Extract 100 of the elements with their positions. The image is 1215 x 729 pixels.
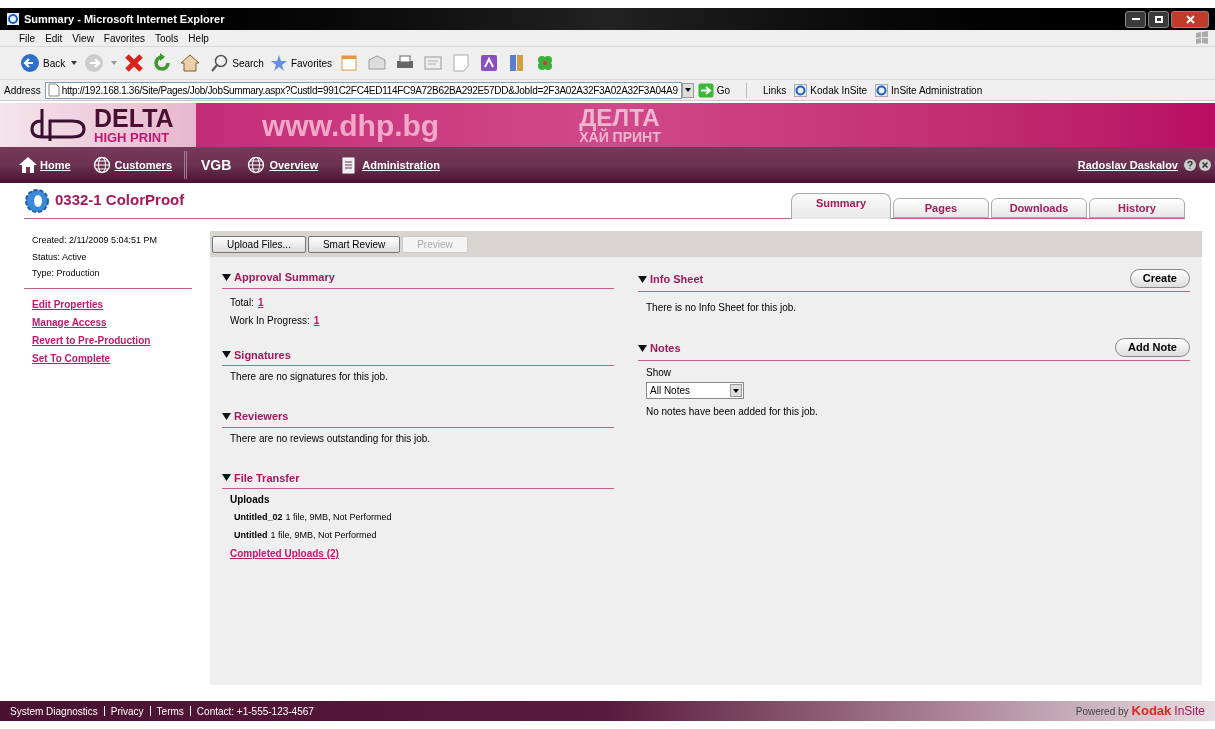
toolbar-button[interactable]: Upload Files... <box>212 235 306 253</box>
menu-item[interactable]: Favorites <box>98 30 150 46</box>
footer-link[interactable]: Terms <box>156 703 184 719</box>
insite-logo-text: InSite <box>1174 703 1205 721</box>
section-button[interactable]: Add Note <box>1115 338 1190 357</box>
cyrillic-logo-subtitle: ХАЙ ПРИНТ <box>579 130 661 144</box>
nav-link[interactable]: Home <box>18 156 71 174</box>
address-field[interactable]: http://192.168.1.36/Site/Pages/Job/JobSummary.aspx?CustId=991C2FC4ED114FC9A72B62BA292E57DD&JobId=2F3A02A32F3A02A32F3A04A9 <box>44 81 682 99</box>
help-icon[interactable] <box>1184 159 1196 171</box>
house-icon[interactable] <box>18 156 38 174</box>
summary-label: Work In Progress: <box>230 313 310 328</box>
nav-link[interactable]: Customers <box>92 156 173 174</box>
dropdown-arrow-icon[interactable] <box>71 61 78 65</box>
caret-icon[interactable] <box>222 272 231 282</box>
section-title[interactable]: File Transfer <box>234 469 300 486</box>
minimize-button[interactable] <box>1125 10 1146 28</box>
footer-link[interactable]: Contact: +1-555-123-4567 <box>196 703 314 719</box>
action-link[interactable]: Manage Access <box>32 314 192 330</box>
tab[interactable]: Downloads <box>991 198 1087 218</box>
logo-text: DELTA <box>94 106 174 131</box>
link-button[interactable]: Kodak InSite <box>794 82 868 98</box>
notes-filter-dropdown[interactable]: All Notes <box>646 382 744 399</box>
menu-item[interactable]: Tools <box>150 30 184 46</box>
section-button[interactable]: Create <box>1129 269 1190 288</box>
cyrillic-logo-text: ДЕЛТА <box>579 106 661 130</box>
uploads-heading: Uploads <box>230 493 271 507</box>
page-icon <box>47 83 60 97</box>
windows-logo-icon <box>1195 31 1209 45</box>
summary-count-link[interactable]: 1 <box>257 294 264 310</box>
upload-details: 1 file, 9MB, Not Performed <box>285 511 392 524</box>
footer-link[interactable]: Privacy <box>110 703 144 719</box>
summary-label: Total: <box>230 295 254 310</box>
go-button[interactable]: Go <box>697 82 730 98</box>
customer-name: VGB <box>201 155 232 175</box>
summary-count-link[interactable]: 1 <box>313 312 320 328</box>
footer-link[interactable]: System Diagnostics <box>10 703 98 719</box>
upload-name: Untitled <box>234 528 268 542</box>
logo-icon <box>28 107 88 143</box>
close-button[interactable] <box>1171 10 1209 28</box>
close-icon[interactable] <box>1199 159 1211 171</box>
caret-icon[interactable] <box>222 473 231 483</box>
menu-item[interactable]: Edit <box>40 30 68 46</box>
job-detail: Created: 2/11/2009 5:04:51 PM <box>32 234 158 247</box>
star-icon <box>269 54 288 72</box>
job-detail: Type: Production <box>32 267 101 280</box>
search-button[interactable]: Search <box>211 54 264 72</box>
caret-icon[interactable] <box>638 274 647 284</box>
tab[interactable]: Pages <box>893 198 989 218</box>
menu-item[interactable]: Help <box>183 30 214 46</box>
home-icon[interactable] <box>179 52 202 74</box>
powered-by-label: Powered by <box>1075 705 1129 720</box>
toolbar-button[interactable]: Smart Review <box>307 235 401 253</box>
gear-icon <box>24 187 50 214</box>
upload-details: 1 file, 9MB, Not Performed <box>270 528 377 542</box>
action-link[interactable]: Revert to Pre-Production <box>32 332 192 348</box>
favorites-button[interactable]: Favorites <box>269 54 333 72</box>
nav-link[interactable]: Overview <box>247 156 319 174</box>
address-label: Address <box>4 83 41 98</box>
reviewers-message: There are no reviews outstanding for this job. <box>229 431 432 446</box>
notes-message: No notes have been added for this job. <box>646 405 819 419</box>
signatures-message: There are no signatures for this job. <box>229 370 389 384</box>
caret-icon[interactable] <box>222 350 231 360</box>
caret-icon[interactable] <box>638 343 647 353</box>
job-detail: Status: Active <box>32 250 88 264</box>
dropdown-arrow-icon <box>684 88 691 92</box>
dropdown-arrow-icon <box>733 388 739 393</box>
upload-name: Untitled_02 <box>234 511 283 524</box>
browser-icon <box>6 12 20 26</box>
section-title[interactable]: Approval Summary <box>234 269 335 286</box>
restore-button[interactable] <box>1148 10 1169 28</box>
user-link[interactable]: Radoslav Daskalov <box>1077 156 1178 174</box>
caret-icon[interactable] <box>222 411 231 421</box>
nav-link[interactable]: Administration <box>340 156 440 174</box>
action-link[interactable]: Edit Properties <box>32 296 192 312</box>
browser-icon <box>794 83 808 97</box>
arrow-right-icon <box>697 82 714 98</box>
links-label: Links <box>763 83 787 98</box>
close-icon <box>1185 14 1195 24</box>
search-icon <box>211 54 230 72</box>
section-title[interactable]: Info Sheet <box>650 270 704 288</box>
tab[interactable]: History <box>1089 198 1185 218</box>
website-url: www.dhp.bg <box>262 107 440 144</box>
tab[interactable]: Summary <box>791 193 891 219</box>
kodak-logo-text: Kodak <box>1131 702 1172 721</box>
stop-icon[interactable] <box>123 52 146 74</box>
menu-item[interactable]: File <box>14 30 41 46</box>
show-label: Show <box>646 366 672 380</box>
action-link[interactable]: Set To Complete <box>32 350 192 366</box>
section-title[interactable]: Notes <box>650 339 681 357</box>
logo-subtitle: HIGH PRINT <box>94 131 171 144</box>
link-button[interactable]: InSite Administration <box>875 82 983 98</box>
info-sheet-message: There is no Info Sheet for this job. <box>645 301 798 315</box>
section-title[interactable]: Reviewers <box>234 408 289 425</box>
menu-item[interactable]: View <box>67 30 99 46</box>
job-title: 0332-1 ColorProof <box>55 190 185 211</box>
globe-icon[interactable] <box>92 156 113 174</box>
back-button[interactable]: Back <box>20 53 66 73</box>
completed-uploads-link[interactable]: Completed Uploads (2) <box>230 546 614 561</box>
window-title: Summary - Microsoft Internet Explorer <box>24 11 225 27</box>
section-title[interactable]: Signatures <box>234 346 291 363</box>
